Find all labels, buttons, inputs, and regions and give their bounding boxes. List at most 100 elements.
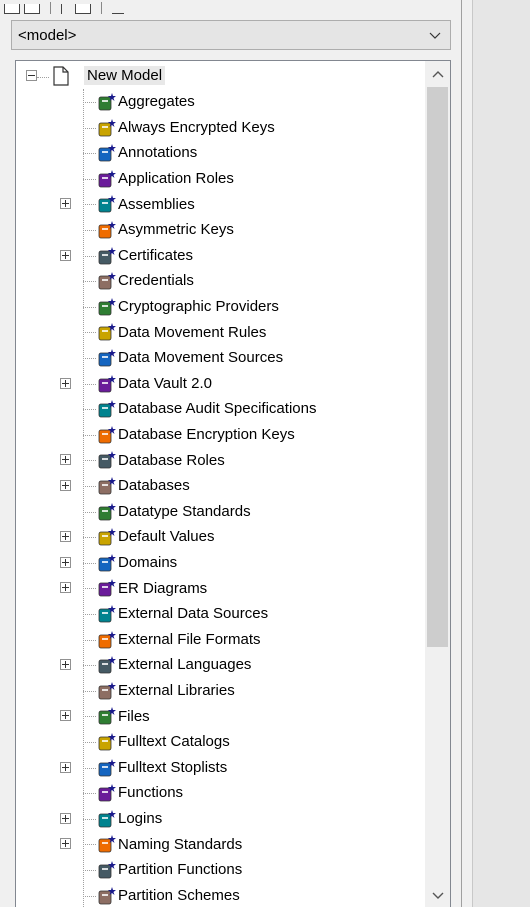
toolbar-button-4[interactable] xyxy=(75,4,91,14)
tree-item[interactable]: Cryptographic Providers xyxy=(16,294,426,320)
tree-item-label: Default Values xyxy=(118,528,215,546)
assembly-icon xyxy=(98,195,116,213)
expand-toggle[interactable] xyxy=(60,377,71,389)
domain-icon xyxy=(98,553,116,572)
expand-toggle[interactable] xyxy=(60,659,71,671)
tree-item[interactable]: Databases xyxy=(16,473,426,499)
tree-item[interactable]: Data Movement Rules xyxy=(16,319,426,345)
tree-item[interactable]: External File Formats xyxy=(16,627,426,653)
tree-connector xyxy=(83,562,96,564)
tree-item-label: Partition Schemes xyxy=(118,886,240,904)
tree-item[interactable]: Database Encryption Keys xyxy=(16,422,426,448)
vertical-scrollbar[interactable] xyxy=(425,61,450,907)
tree-connector xyxy=(83,844,96,846)
tree-item[interactable]: Default Values xyxy=(16,524,426,550)
tree-item[interactable]: Partition Functions xyxy=(16,857,426,883)
tree-item-label: Fulltext Stoplists xyxy=(118,758,228,776)
expand-toggle[interactable] xyxy=(60,556,71,568)
tree-item[interactable]: External Languages xyxy=(16,652,426,678)
tree-item-label: Cryptographic Providers xyxy=(118,298,279,316)
tree-connector xyxy=(83,332,96,334)
expand-toggle[interactable] xyxy=(60,582,71,594)
collapse-toggle[interactable] xyxy=(26,70,37,81)
model-explorer-panel: <model> New Model Aggregates Always Encry… xyxy=(0,0,461,907)
document-icon xyxy=(53,66,69,86)
tree-item-label: Logins xyxy=(118,810,163,828)
tree-item[interactable]: Naming Standards xyxy=(16,831,426,857)
toolbar-separator xyxy=(50,2,51,14)
tree-item[interactable]: Data Movement Sources xyxy=(16,345,426,371)
tree-connector xyxy=(83,639,96,641)
tree-connector xyxy=(83,690,96,692)
toolbar-button-2[interactable] xyxy=(24,4,40,14)
tree-item-label: Assemblies xyxy=(118,195,195,213)
tree-item[interactable]: Fulltext Stoplists xyxy=(16,755,426,781)
expand-toggle[interactable] xyxy=(60,249,71,261)
tree-item-label: External Libraries xyxy=(118,682,235,700)
tree-item-label: Data Movement Sources xyxy=(118,349,284,367)
datatype-standard-icon xyxy=(98,502,116,520)
tree-item-label: Credentials xyxy=(118,272,194,290)
tree-item[interactable]: Always Encrypted Keys xyxy=(16,115,426,141)
tree-connector xyxy=(83,255,96,257)
chevron-down-icon[interactable] xyxy=(425,885,450,907)
tree-item[interactable]: Aggregates xyxy=(16,89,426,115)
tree-item-label: Application Roles xyxy=(118,170,234,188)
tree-item[interactable]: Files xyxy=(16,703,426,729)
encryption-key-icon xyxy=(98,425,116,444)
tree-item[interactable]: Credentials xyxy=(16,268,426,294)
tree-item[interactable]: Data Vault 2.0 xyxy=(16,371,426,397)
tree-item[interactable]: Database Roles xyxy=(16,447,426,473)
toolbar-button-1[interactable] xyxy=(4,4,20,14)
partition-function-icon xyxy=(98,861,116,879)
external-data-source-icon xyxy=(98,605,116,623)
expand-toggle[interactable] xyxy=(60,531,71,543)
tree-item[interactable]: ER Diagrams xyxy=(16,575,426,601)
tree-item[interactable]: External Data Sources xyxy=(16,601,426,627)
tree-item-label: External Languages xyxy=(118,656,252,674)
tree-connector xyxy=(83,511,96,513)
tree-item[interactable]: External Libraries xyxy=(16,678,426,704)
expand-toggle[interactable] xyxy=(60,838,71,850)
expand-toggle[interactable] xyxy=(60,812,71,824)
tree-item[interactable]: Fulltext Catalogs xyxy=(16,729,426,755)
data-movement-rule-icon xyxy=(98,323,116,341)
tree-connector xyxy=(83,409,96,411)
expand-toggle[interactable] xyxy=(60,761,71,773)
toolbar-button-5[interactable] xyxy=(112,4,124,14)
tree-item[interactable]: Domains xyxy=(16,550,426,576)
tree-item[interactable]: Assemblies xyxy=(16,191,426,217)
tree-item[interactable]: Annotations xyxy=(16,140,426,166)
tree-item[interactable]: Certificates xyxy=(16,243,426,269)
expand-toggle[interactable] xyxy=(60,454,71,466)
expand-toggle[interactable] xyxy=(60,710,71,722)
chevron-up-icon[interactable] xyxy=(425,63,450,85)
model-selector-combo[interactable]: <model> xyxy=(11,20,451,50)
tree-item[interactable]: Datatype Standards xyxy=(16,499,426,525)
tree-connector xyxy=(83,281,96,283)
tree-connector xyxy=(83,895,96,897)
tree-item[interactable]: Application Roles xyxy=(16,166,426,192)
tree-connector xyxy=(83,818,96,820)
tree-item[interactable]: Logins xyxy=(16,806,426,832)
tree-item[interactable]: Functions xyxy=(16,780,426,806)
key-group-icon xyxy=(98,118,116,136)
toolbar-button-3[interactable] xyxy=(61,4,71,14)
tree-item[interactable]: Partition Schemes xyxy=(16,883,426,907)
tree-connector xyxy=(83,793,96,795)
tree-item[interactable]: Asymmetric Keys xyxy=(16,217,426,243)
expand-toggle[interactable] xyxy=(60,480,71,491)
scrollbar-thumb[interactable] xyxy=(427,87,448,647)
fulltext-catalog-icon xyxy=(98,733,116,751)
tree-item[interactable]: Database Audit Specifications xyxy=(16,396,426,422)
tree-item-label: Domains xyxy=(118,554,178,572)
tree-root-node[interactable]: New Model xyxy=(16,63,426,89)
tree-root-label: New Model xyxy=(84,66,166,86)
model-tree-view[interactable]: New Model Aggregates Always Encrypted Key… xyxy=(15,60,451,907)
tree-connector xyxy=(83,178,96,180)
expand-toggle[interactable] xyxy=(60,198,71,210)
tree-connector xyxy=(83,383,96,385)
tree-item-label: Datatype Standards xyxy=(118,502,251,520)
audit-spec-icon xyxy=(98,400,116,418)
toolbar-separator-2 xyxy=(101,2,102,14)
